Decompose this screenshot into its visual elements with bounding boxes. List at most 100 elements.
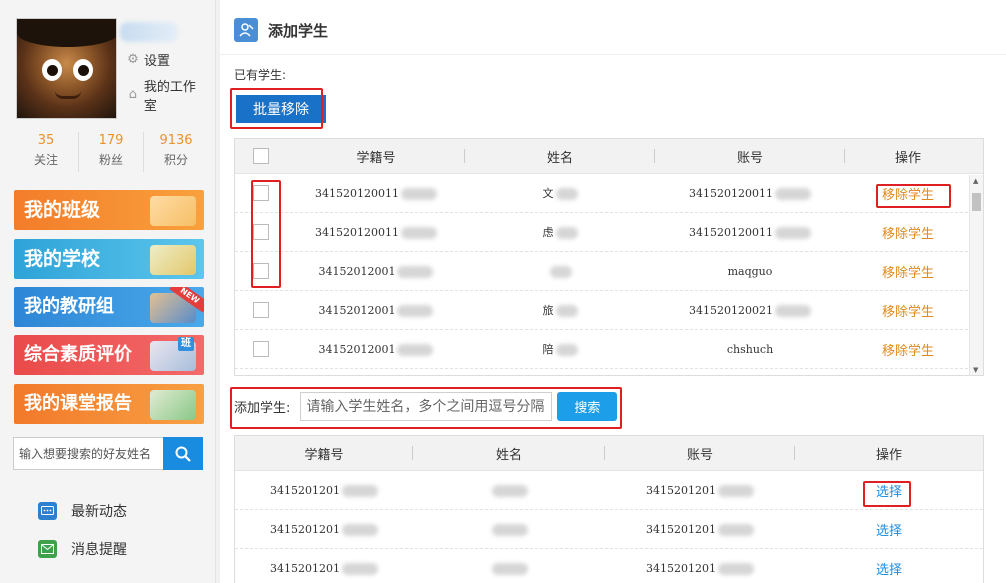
home-icon: ⌂ bbox=[128, 87, 138, 102]
nav-my-school[interactable]: 我的学校 bbox=[14, 239, 204, 279]
stat-followers[interactable]: 179 粉丝 bbox=[79, 132, 144, 172]
table-row: 34152012001 maqguo 移除学生 bbox=[235, 252, 983, 291]
select-student-link[interactable]: 选择 bbox=[876, 524, 902, 539]
stat-label: 积分 bbox=[163, 153, 188, 167]
nav-my-class[interactable]: 我的班级 bbox=[14, 190, 204, 230]
search-button[interactable]: 搜索 bbox=[557, 392, 618, 421]
existing-students-table: 学籍号 姓名 账号 操作 341520120011 文 341520120011… bbox=[234, 138, 984, 376]
student-account: 3415201201 bbox=[646, 483, 716, 497]
remove-student-link[interactable]: 移除学生 bbox=[882, 344, 934, 359]
nav-label: 我的班级 bbox=[24, 199, 101, 221]
table-row: 3415201201 3415201201 选择 bbox=[235, 471, 983, 510]
page-header: 添加学生 bbox=[234, 18, 328, 42]
scroll-down-icon[interactable]: ▼ bbox=[973, 366, 978, 374]
remove-student-link[interactable]: 移除学生 bbox=[882, 266, 934, 281]
username[interactable] bbox=[120, 22, 178, 42]
column-header: 账号 bbox=[605, 444, 795, 463]
settings-link[interactable]: ⚙ 设置 bbox=[126, 50, 170, 69]
table-header: 学籍号 姓名 账号 操作 bbox=[235, 436, 983, 471]
row-checkbox[interactable] bbox=[253, 302, 269, 318]
stat-points[interactable]: 9136 积分 bbox=[144, 132, 208, 172]
student-name: 旅 bbox=[542, 304, 554, 317]
row-checkbox[interactable] bbox=[253, 341, 269, 357]
student-name: 虑 bbox=[542, 226, 554, 239]
nav-label: 我的教研组 bbox=[24, 296, 114, 317]
report-book-icon bbox=[150, 390, 196, 420]
nav-class-report[interactable]: 我的课堂报告 bbox=[14, 384, 204, 424]
student-id: 34152012001 bbox=[318, 342, 396, 356]
studio-link[interactable]: ⌂ 我的工作室 bbox=[126, 76, 208, 114]
add-user-icon bbox=[234, 18, 258, 42]
nav-label: 综合素质评价 bbox=[24, 344, 132, 365]
remove-student-link[interactable]: 移除学生 bbox=[882, 227, 934, 242]
scroll-thumb[interactable] bbox=[972, 193, 981, 211]
table-row: 341520120011 文 341520120011 移除学生 bbox=[235, 174, 983, 213]
friend-search-button[interactable] bbox=[163, 437, 203, 470]
row-checkbox[interactable] bbox=[253, 224, 269, 240]
existing-students-label: 已有学生: bbox=[234, 68, 287, 82]
nav-label: 我的学校 bbox=[24, 248, 101, 270]
student-name: 文 bbox=[542, 187, 554, 200]
menu-label: 消息提醒 bbox=[71, 542, 127, 558]
column-header: 学籍号 bbox=[287, 147, 465, 166]
table-row: 3415201201 3415201201 选择 bbox=[235, 510, 983, 549]
column-header: 姓名 bbox=[465, 147, 655, 166]
select-student-link[interactable]: 选择 bbox=[876, 485, 902, 500]
column-header: 账号 bbox=[655, 147, 845, 166]
studio-label: 我的工作室 bbox=[143, 80, 196, 114]
menu-news[interactable]: 最新动态 bbox=[38, 501, 127, 521]
nav-my-research-group[interactable]: 我的教研组 NEW bbox=[14, 287, 204, 327]
row-checkbox[interactable] bbox=[253, 263, 269, 279]
settings-label: 设置 bbox=[144, 54, 171, 69]
main-panel: 添加学生 已有学生: 批量移除 学籍号 姓名 账号 操作 34152012001… bbox=[220, 0, 1006, 583]
select-all-checkbox[interactable] bbox=[253, 148, 269, 164]
nav-evaluation[interactable]: 综合素质评价 班 bbox=[14, 335, 204, 375]
stat-value: 9136 bbox=[159, 133, 193, 148]
add-student-bar: 添加学生: 搜索 bbox=[234, 392, 618, 421]
school-building-icon bbox=[150, 245, 196, 275]
column-header: 操作 bbox=[894, 150, 921, 166]
friend-search-input[interactable] bbox=[13, 437, 163, 470]
profile-card: ⚙ 设置 ⌂ 我的工作室 35 关注 179 粉丝 9136 积分 bbox=[14, 14, 208, 184]
envelope-icon bbox=[38, 540, 57, 558]
avatar[interactable] bbox=[16, 18, 117, 119]
ruler-books-icon bbox=[150, 196, 196, 226]
student-id: 3415201201 bbox=[270, 483, 340, 497]
stat-following[interactable]: 35 关注 bbox=[14, 132, 79, 172]
select-all-cell bbox=[235, 148, 287, 164]
column-header: 学籍号 bbox=[235, 444, 413, 463]
student-account: 341520120021 bbox=[689, 303, 773, 317]
menu-messages[interactable]: 消息提醒 bbox=[38, 539, 127, 559]
student-account: maqguo bbox=[727, 264, 773, 278]
student-id: 3415201201 bbox=[270, 522, 340, 536]
stat-label: 关注 bbox=[33, 153, 58, 167]
table-row: 341520120011 虑 341520120011 移除学生 bbox=[235, 213, 983, 252]
search-icon bbox=[175, 446, 191, 462]
table-scrollbar[interactable]: ▲ ▼ bbox=[969, 175, 983, 375]
remove-student-link[interactable]: 移除学生 bbox=[882, 188, 934, 203]
stat-value: 179 bbox=[98, 133, 124, 148]
remove-student-link[interactable]: 移除学生 bbox=[882, 305, 934, 320]
student-name-input[interactable] bbox=[300, 392, 553, 421]
menu-label: 最新动态 bbox=[71, 504, 127, 520]
profile-stats: 35 关注 179 粉丝 9136 积分 bbox=[14, 132, 208, 172]
header-divider bbox=[220, 54, 1006, 55]
student-id: 3415201201 bbox=[270, 561, 340, 575]
bulk-remove-button[interactable]: 批量移除 bbox=[236, 95, 326, 123]
student-account: 341520120011 bbox=[689, 186, 773, 200]
student-account: 341520120011 bbox=[689, 225, 773, 239]
add-student-label: 添加学生: bbox=[234, 401, 291, 416]
stat-value: 35 bbox=[37, 133, 55, 148]
table-row: 34152012001 旅 341520120021 移除学生 bbox=[235, 291, 983, 330]
sidebar: ⚙ 设置 ⌂ 我的工作室 35 关注 179 粉丝 9136 积分 我的班级 我… bbox=[0, 0, 216, 583]
scroll-up-icon[interactable]: ▲ bbox=[973, 177, 978, 185]
page-title: 添加学生 bbox=[268, 21, 329, 40]
row-checkbox[interactable] bbox=[253, 185, 269, 201]
column-header: 操作 bbox=[875, 447, 902, 463]
search-results-table: 学籍号 姓名 账号 操作 3415201201 3415201201 选择 34… bbox=[234, 435, 984, 583]
table-header: 学籍号 姓名 账号 操作 bbox=[235, 139, 983, 174]
table-row: 34152012001 陪 chshuch 移除学生 bbox=[235, 330, 983, 369]
select-student-link[interactable]: 选择 bbox=[876, 563, 902, 578]
student-id: 34152012001 bbox=[318, 264, 396, 278]
stat-label: 粉丝 bbox=[98, 153, 123, 167]
